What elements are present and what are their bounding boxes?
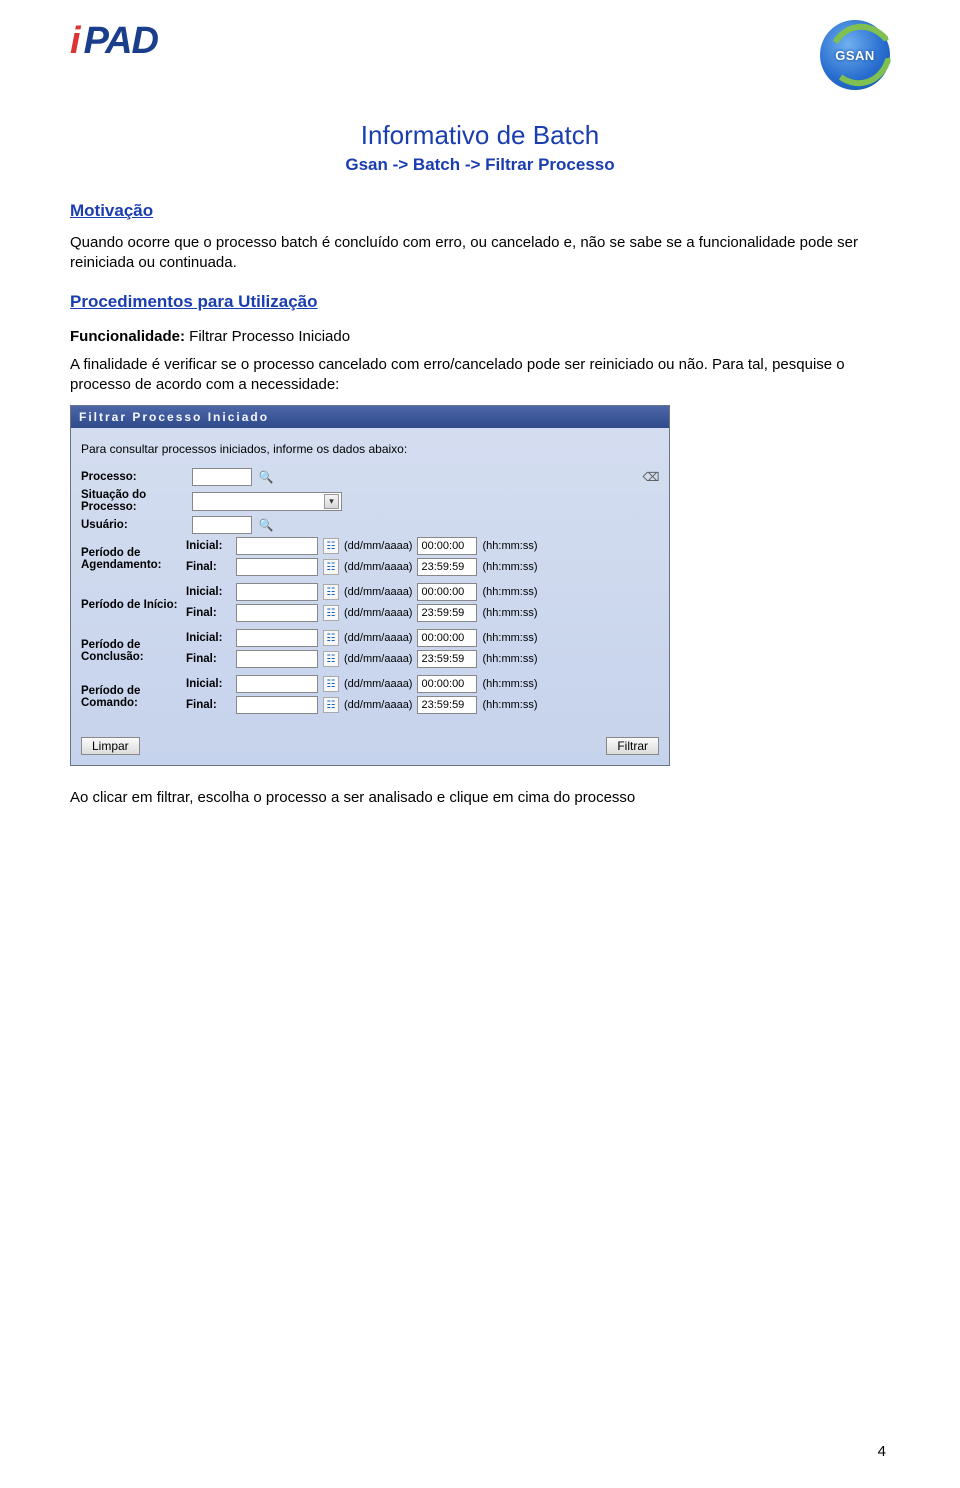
filter-panel: Filtrar Processo Iniciado Para consultar… <box>70 405 670 766</box>
calendar-icon[interactable]: ☷ <box>323 605 339 621</box>
eraser-icon[interactable]: ⌫ <box>643 469 659 485</box>
date-hint: (dd/mm/aaaa) <box>344 561 412 573</box>
date-hint: (dd/mm/aaaa) <box>344 699 412 711</box>
conclusao-inicial-date[interactable] <box>236 629 318 647</box>
inicio-final-time[interactable] <box>417 604 477 622</box>
date-hint: (dd/mm/aaaa) <box>344 632 412 644</box>
agendamento-inicial-time[interactable] <box>417 537 477 555</box>
page-title: Informativo de Batch <box>70 120 890 151</box>
comando-inicial-time[interactable] <box>417 675 477 693</box>
section-procedimentos: Procedimentos para Utilização <box>70 292 890 312</box>
panel-intro: Para consultar processos iniciados, info… <box>81 442 659 456</box>
time-hint: (hh:mm:ss) <box>482 653 537 665</box>
gsan-logo-label: GSAN <box>820 48 890 63</box>
finalidade-text: A finalidade é verificar se o processo c… <box>70 355 890 396</box>
ipad-logo-pad: PAD <box>84 20 158 63</box>
time-hint: (hh:mm:ss) <box>482 607 537 619</box>
label-processo: Processo: <box>81 471 186 483</box>
inicio-final-date[interactable] <box>236 604 318 622</box>
calendar-icon[interactable]: ☷ <box>323 676 339 692</box>
time-hint: (hh:mm:ss) <box>482 632 537 644</box>
date-hint: (dd/mm/aaaa) <box>344 540 412 552</box>
label-inicial: Inicial: <box>186 540 231 552</box>
calendar-icon[interactable]: ☷ <box>323 559 339 575</box>
agendamento-inicial-date[interactable] <box>236 537 318 555</box>
label-inicial: Inicial: <box>186 632 231 644</box>
date-hint: (dd/mm/aaaa) <box>344 653 412 665</box>
limpar-button[interactable]: Limpar <box>81 737 140 755</box>
motivacao-text: Quando ocorre que o processo batch é con… <box>70 233 890 274</box>
comando-final-time[interactable] <box>417 696 477 714</box>
ipad-logo: iPAD <box>70 20 158 63</box>
label-final: Final: <box>186 653 231 665</box>
label-inicial: Inicial: <box>186 586 231 598</box>
comando-final-date[interactable] <box>236 696 318 714</box>
funcionalidade-label: Funcionalidade: <box>70 328 185 345</box>
chevron-down-icon: ▾ <box>324 494 339 509</box>
time-hint: (hh:mm:ss) <box>482 586 537 598</box>
label-inicial: Inicial: <box>186 678 231 690</box>
inicio-inicial-date[interactable] <box>236 583 318 601</box>
calendar-icon[interactable]: ☷ <box>323 584 339 600</box>
page-number: 4 <box>878 1443 886 1460</box>
filtrar-button[interactable]: Filtrar <box>606 737 659 755</box>
search-icon[interactable]: 🔍 <box>258 469 274 485</box>
search-icon[interactable]: 🔍 <box>258 517 274 533</box>
time-hint: (hh:mm:ss) <box>482 678 537 690</box>
agendamento-final-date[interactable] <box>236 558 318 576</box>
label-final: Final: <box>186 607 231 619</box>
conclusao-final-time[interactable] <box>417 650 477 668</box>
ipad-logo-i: i <box>70 20 80 63</box>
label-periodo-conclusao: Período de Conclusão: <box>81 629 186 673</box>
time-hint: (hh:mm:ss) <box>482 699 537 711</box>
conclusao-final-date[interactable] <box>236 650 318 668</box>
breadcrumb: Gsan -> Batch -> Filtrar Processo <box>70 155 890 175</box>
comando-inicial-date[interactable] <box>236 675 318 693</box>
label-usuario: Usuário: <box>81 519 186 531</box>
label-periodo-comando: Período de Comando: <box>81 675 186 719</box>
funcionalidade-value: Filtrar Processo Iniciado <box>185 328 350 345</box>
agendamento-final-time[interactable] <box>417 558 477 576</box>
date-hint: (dd/mm/aaaa) <box>344 678 412 690</box>
calendar-icon[interactable]: ☷ <box>323 630 339 646</box>
after-shot-text: Ao clicar em filtrar, escolha o processo… <box>70 788 890 808</box>
time-hint: (hh:mm:ss) <box>482 561 537 573</box>
gsan-logo: GSAN <box>820 20 890 90</box>
situacao-select[interactable]: ▾ <box>192 492 342 511</box>
label-situacao: Situação do Processo: <box>81 489 186 513</box>
calendar-icon[interactable]: ☷ <box>323 651 339 667</box>
conclusao-inicial-time[interactable] <box>417 629 477 647</box>
usuario-input[interactable] <box>192 516 252 534</box>
calendar-icon[interactable]: ☷ <box>323 697 339 713</box>
calendar-icon[interactable]: ☷ <box>323 538 339 554</box>
date-hint: (dd/mm/aaaa) <box>344 607 412 619</box>
funcionalidade-line: Funcionalidade: Filtrar Processo Iniciad… <box>70 328 890 345</box>
label-final: Final: <box>186 699 231 711</box>
label-final: Final: <box>186 561 231 573</box>
section-motivacao: Motivação <box>70 201 890 221</box>
inicio-inicial-time[interactable] <box>417 583 477 601</box>
processo-input[interactable] <box>192 468 252 486</box>
time-hint: (hh:mm:ss) <box>482 540 537 552</box>
label-periodo-inicio: Período de Início: <box>81 583 186 627</box>
label-periodo-agendamento: Período de Agendamento: <box>81 537 186 581</box>
panel-title: Filtrar Processo Iniciado <box>71 406 669 428</box>
date-hint: (dd/mm/aaaa) <box>344 586 412 598</box>
page-header: iPAD GSAN <box>70 20 890 90</box>
